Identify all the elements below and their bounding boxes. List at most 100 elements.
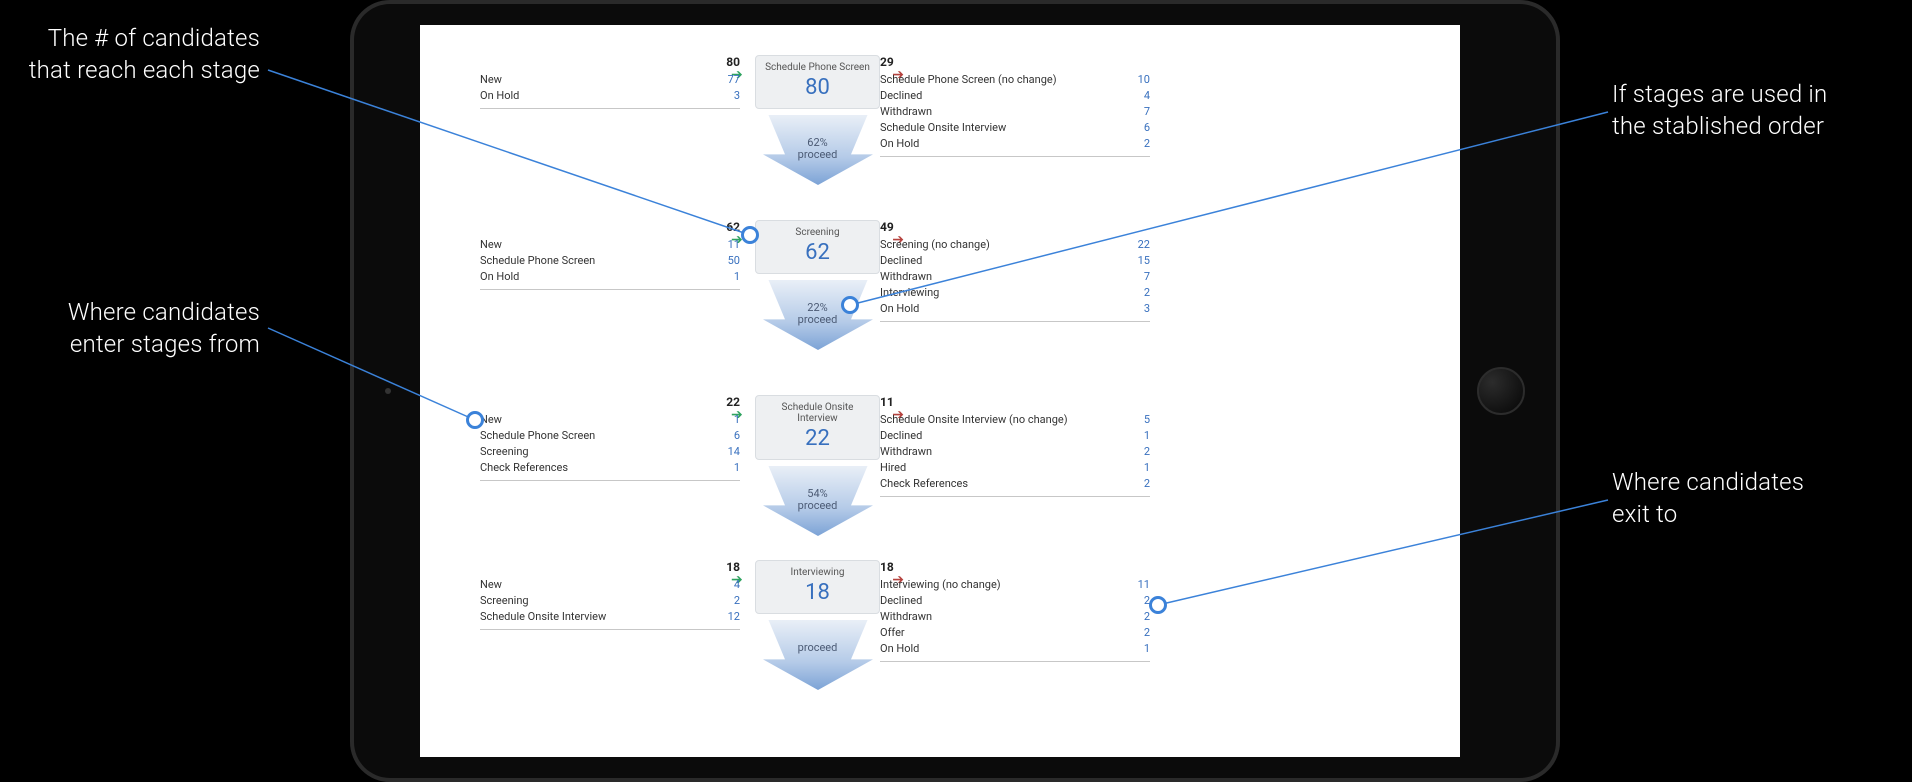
outflow-total: 49 [880,220,1150,234]
outflow-table: 29 Schedule Phone Screen (no change) 10Dec… [880,55,1150,157]
stage-box[interactable]: Screening 62 [755,220,880,274]
table-row: On Hold 2 [880,136,1150,152]
inflow-total: 80 [480,55,740,69]
row-value[interactable]: 22 [1138,237,1150,253]
row-value[interactable]: 5 [1144,412,1150,428]
row-value[interactable]: 6 [734,428,740,444]
row-label: On Hold [880,641,919,657]
stage-count: 22 [764,426,871,451]
divider [480,629,740,630]
row-label: Interviewing [880,285,939,301]
row-value[interactable]: 77 [728,72,740,88]
row-value[interactable]: 3 [734,88,740,104]
outflow-total: 11 [880,395,1150,409]
row-value[interactable]: 7 [1144,104,1150,120]
row-value[interactable]: 15 [1138,253,1150,269]
row-label: On Hold [480,88,519,104]
row-value[interactable]: 11 [728,237,740,253]
stage-box[interactable]: Schedule Phone Screen 80 [755,55,880,109]
row-value[interactable]: 4 [734,577,740,593]
anno-text: that reach each stage [29,56,260,84]
inflow-table: 80 New 77 On Hold 3 [480,55,740,109]
table-row: On Hold 3 [880,301,1150,317]
row-value[interactable]: 1 [1144,428,1150,444]
inflow-total: 22 [480,395,740,409]
table-row: New1 [480,412,740,428]
anno-text: exit to [1612,500,1677,528]
row-value[interactable]: 3 [1144,301,1150,317]
divider [480,108,740,109]
proceed-word: proceed [755,642,880,654]
outflow-total: 29 [880,55,1150,69]
inflow-table: 22 New1Schedule Phone Screen 6Screening14C… [480,395,740,481]
row-value[interactable]: 11 [1138,577,1150,593]
row-label: Withdrawn [880,269,932,285]
row-label: Withdrawn [880,104,932,120]
row-label: Declined [880,253,922,269]
row-label: On Hold [880,136,919,152]
camera-icon [385,388,391,394]
divider [880,496,1150,497]
table-row: Check References1 [480,460,740,476]
anno-text: The # of candidates [48,24,260,52]
row-value[interactable]: 1 [734,412,740,428]
row-label: Check References [880,476,968,492]
row-value[interactable]: 2 [1144,593,1150,609]
stage-box[interactable]: Interviewing 18 [755,560,880,614]
inflow-table: 62New11Schedule Phone Screen50On Hold1 [480,220,740,290]
table-row: Interviewing 2 [880,285,1150,301]
row-label: Schedule Phone Screen [480,428,595,444]
anno-text: If stages are used in [1612,80,1827,108]
row-value[interactable]: 1 [1144,460,1150,476]
row-value[interactable]: 1 [1144,641,1150,657]
row-label: Schedule Onsite Interview [880,120,1006,136]
row-value[interactable]: 2 [1144,625,1150,641]
anno-text: Where candidates [1612,468,1804,496]
row-label: Offer [880,625,905,641]
row-label: New [480,237,502,253]
row-value[interactable]: 2 [1144,609,1150,625]
stage-box[interactable]: Schedule Onsite Interview 22 [755,395,880,460]
row-value[interactable]: 2 [1144,285,1150,301]
outflow-table: 18Interviewing (no change)11Declined2Wit… [880,560,1150,662]
row-value[interactable]: 2 [1144,444,1150,460]
row-value[interactable]: 1 [734,460,740,476]
row-value[interactable]: 2 [734,593,740,609]
stage-block: ➔ ➔ Screening 62 22%proceed [755,220,880,354]
row-label: Withdrawn [880,609,932,625]
proceed-word: proceed [755,314,880,326]
table-row: Interviewing (no change)11 [880,577,1150,593]
row-label: Schedule Onsite Interview [480,609,606,625]
row-value[interactable]: 7 [1144,269,1150,285]
screen: ➔ ➔ Schedule Phone Screen 80 62%proceed … [420,25,1460,757]
row-value[interactable]: 2 [1144,136,1150,152]
row-label: New [480,72,502,88]
stage-title: Schedule Phone Screen [764,62,871,73]
row-value[interactable]: 1 [734,269,740,285]
table-row: Schedule Phone Screen 6 [480,428,740,444]
row-value[interactable]: 4 [1144,88,1150,104]
row-value[interactable]: 50 [728,253,740,269]
divider [480,480,740,481]
stage-title: Interviewing [764,567,871,578]
stage-block: ➔ ➔ Schedule Phone Screen 80 62%proceed [755,55,880,189]
row-value[interactable]: 14 [728,444,740,460]
row-value[interactable]: 2 [1144,476,1150,492]
ipad-frame: ➔ ➔ Schedule Phone Screen 80 62%proceed … [350,0,1560,782]
table-row: Declined4 [880,88,1150,104]
row-label: Declined [880,428,922,444]
row-value[interactable]: 6 [1144,120,1150,136]
table-row: Declined 15 [880,253,1150,269]
row-label: New [480,577,502,593]
table-row: Withdrawn 2 [880,609,1150,625]
row-label: On Hold [880,301,919,317]
row-value[interactable]: 12 [728,609,740,625]
proceed-word: proceed [755,500,880,512]
row-label: Schedule Phone Screen (no change) [880,72,1057,88]
table-row: Screening14 [480,444,740,460]
divider [480,289,740,290]
inflow-table: 18New4Screening2Schedule Onsite Intervie… [480,560,740,630]
row-value[interactable]: 10 [1138,72,1150,88]
table-row: Schedule Phone Screen50 [480,253,740,269]
home-button[interactable] [1477,367,1525,415]
